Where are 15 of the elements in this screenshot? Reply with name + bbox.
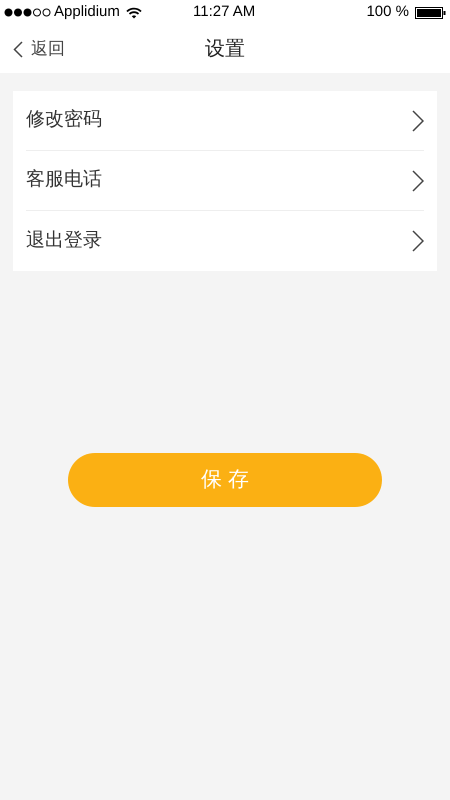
- chevron-right-icon: [412, 170, 424, 192]
- battery-percent: 100 %: [366, 2, 409, 22]
- battery-icon: [415, 6, 446, 18]
- clock-time: 11:27 AM: [193, 2, 256, 22]
- back-button[interactable]: 返回: [0, 36, 65, 62]
- menu-item[interactable]: 客服电话: [26, 151, 424, 211]
- chevron-left-icon: [13, 40, 23, 58]
- menu-item[interactable]: 退出登录: [26, 211, 424, 271]
- carrier-name: Applidium: [54, 2, 120, 22]
- chevron-right-icon: [412, 230, 424, 252]
- wifi-icon: [126, 6, 142, 18]
- page-title: 设置: [205, 37, 245, 62]
- chevron-right-icon: [412, 110, 424, 132]
- menu-item[interactable]: 修改密码: [26, 91, 424, 151]
- signal-icon: [4, 8, 52, 17]
